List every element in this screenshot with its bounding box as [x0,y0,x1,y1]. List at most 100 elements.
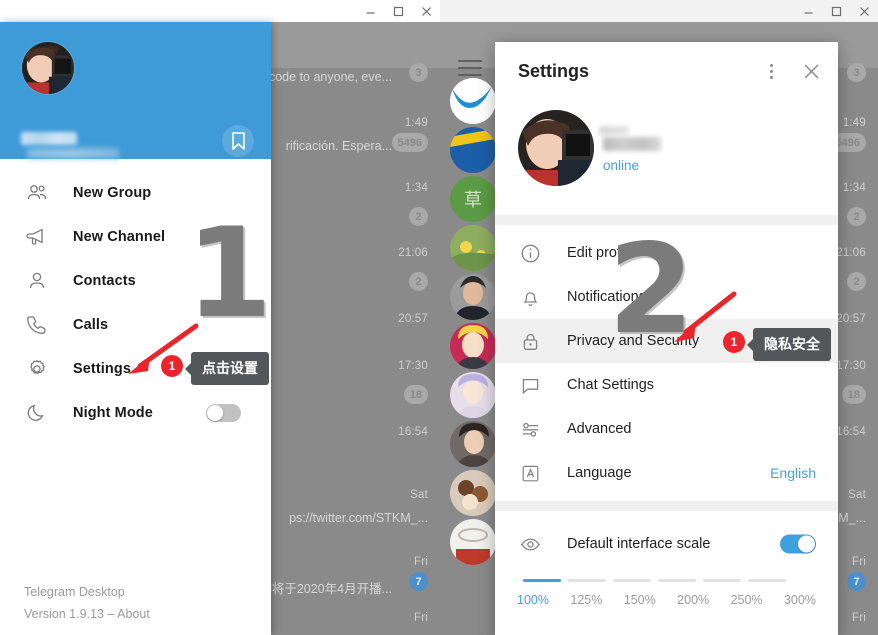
settings-header: Settings [495,42,838,100]
chat-avatar[interactable]: 草 [450,176,496,222]
bell-icon [518,285,542,309]
chat-badge: 3 [847,63,866,82]
chat-bubble-icon [518,373,542,397]
menu-item-label: Settings [73,361,131,377]
default-interface-scale-toggle[interactable] [780,534,816,554]
gear-icon [24,356,50,382]
interface-scale-options: 100% 125% 150% 200% 250% 300% [517,593,816,607]
settings-item-notifications[interactable]: Notifications [495,275,838,319]
settings-item-edit-profile[interactable]: Edit profile [495,231,838,275]
chat-avatar[interactable] [450,470,496,516]
chat-time: Fri [413,556,428,568]
settings-menu-list: Edit profile Notifications Privacy and S… [495,231,838,495]
side-menu-footer: Telegram Desktop Version 1.9.13 – About [24,585,150,621]
scale-option-300[interactable]: 300% [784,593,816,607]
telegram-window-right: 草 a... 3 1:49 [440,0,878,635]
chat-avatar[interactable] [450,323,496,369]
screenshot-root: code to anyone, eve... 3 1:49 rificación… [0,0,878,635]
interface-scale-slider[interactable] [523,579,810,583]
saved-messages-button[interactable] [222,125,254,157]
chat-badge: 2 [847,272,866,291]
interface-scale-section: Default interface scale 100% 125% 150% 2… [495,511,838,607]
profile-name-blurred-top [599,126,629,135]
settings-profile: online [495,100,838,215]
bookmark-icon [231,132,245,150]
tooltip-click-settings: 点击设置 [191,352,269,385]
night-mode-toggle[interactable] [206,404,241,422]
chat-time: 16:54 [398,426,428,438]
chat-time: 21:06 [398,247,428,259]
chat-avatar[interactable] [450,127,496,173]
menu-item-label: Contacts [73,273,136,289]
app-name: Telegram Desktop [24,585,125,599]
settings-header-actions [756,42,826,100]
more-vertical-icon[interactable] [756,56,786,86]
divider [495,215,838,225]
menu-item-calls[interactable]: Calls [0,303,271,347]
step-marker-1: 1 [161,355,183,377]
maximize-icon[interactable] [384,0,412,22]
settings-item-label: Privacy and Security [567,333,700,349]
titlebar-right [440,0,878,22]
menu-item-label: New Group [73,185,152,201]
menu-item-contacts[interactable]: Contacts [0,259,271,303]
default-interface-scale-label: Default interface scale [567,536,711,552]
settings-item-value-language[interactable]: English [770,465,816,481]
chat-time: Sat [848,489,866,501]
titlebar-left [0,0,440,22]
scale-option-125[interactable]: 125% [570,593,602,607]
app-version-about[interactable]: Version 1.9.13 – About [24,607,150,621]
scale-option-150[interactable]: 150% [624,593,656,607]
default-interface-scale-row: Default interface scale [495,525,838,563]
avatar[interactable] [518,110,594,186]
scale-option-100[interactable]: 100% [517,593,549,607]
chat-time: Fri [413,612,428,624]
chat-badge: 2 [847,207,866,226]
chat-time: 1:49 [404,117,428,129]
scale-option-250[interactable]: 250% [731,593,763,607]
settings-item-chat-settings[interactable]: Chat Settings [495,363,838,407]
chat-avatar[interactable] [450,372,496,418]
chat-snippet: 作将于2020年4月开播... [259,582,392,596]
maximize-icon[interactable] [822,0,850,22]
slider-fill [523,579,561,582]
menu-item-label: Night Mode [73,405,153,421]
chat-time: 1:49 [842,117,866,129]
settings-item-language[interactable]: Language English [495,451,838,495]
menu-item-new-group[interactable]: New Group [0,171,271,215]
chat-time: Fri [851,612,866,624]
group-icon [24,180,50,206]
avatar[interactable] [21,41,75,95]
chat-time: 17:30 [836,360,866,372]
chat-time: 17:30 [398,360,428,372]
minimize-icon[interactable] [794,0,822,22]
settings-item-label: Edit profile [567,245,636,261]
menu-item-label: Calls [73,317,109,333]
person-icon [24,268,50,294]
side-menu-header [0,22,271,159]
settings-item-advanced[interactable]: Advanced [495,407,838,451]
chat-avatar[interactable] [450,421,496,467]
close-icon[interactable] [850,0,878,22]
chat-avatar[interactable] [450,274,496,320]
hamburger-menu-icon[interactable] [458,60,482,76]
minimize-icon[interactable] [356,0,384,22]
letter-a-icon [518,461,542,485]
sliders-icon [518,417,542,441]
chat-avatar[interactable] [450,519,496,565]
chat-avatar[interactable] [450,78,496,124]
svg-text:草: 草 [464,190,482,211]
chat-badge: 18 [841,385,866,404]
close-icon[interactable] [412,0,440,22]
side-menu-drawer: New Group New Channel Contacts Calls Set… [0,22,271,635]
megaphone-icon [24,224,50,250]
page-title: Settings [518,60,590,81]
chat-badge: 18 [403,385,428,404]
scale-option-200[interactable]: 200% [677,593,709,607]
menu-item-night-mode[interactable]: Night Mode [0,391,271,435]
close-icon[interactable] [796,56,826,86]
chat-avatar[interactable] [450,225,496,271]
chat-badge: 5496 [391,133,428,152]
menu-item-new-channel[interactable]: New Channel [0,215,271,259]
chat-time: 16:54 [836,426,866,438]
